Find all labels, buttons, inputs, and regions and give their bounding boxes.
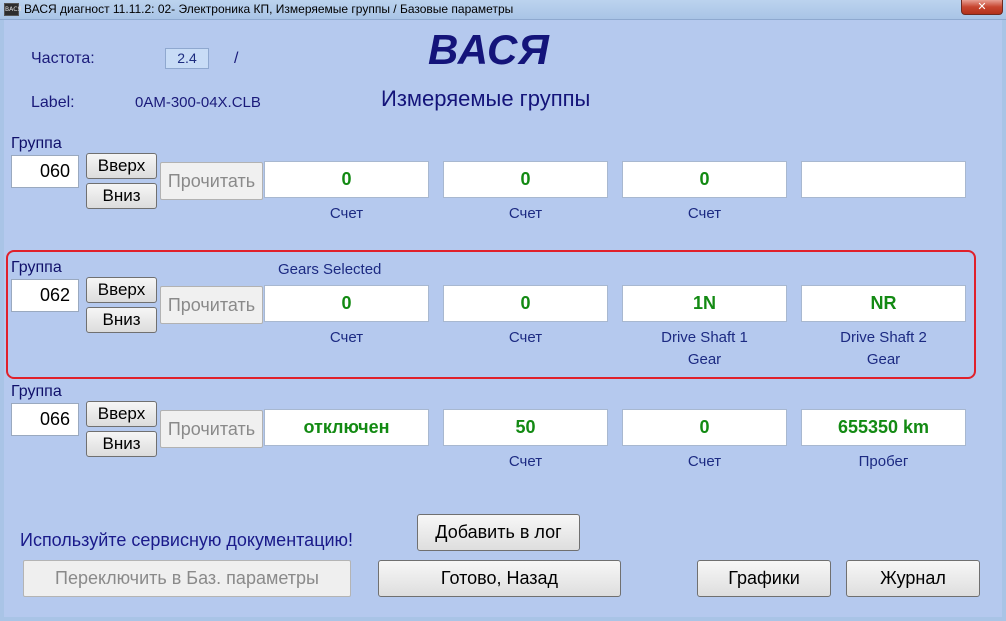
main-panel: Частота: 2.4 / Label: 0AM-300-04X.CLB ВА… (4, 20, 1002, 617)
title-bar: ВАСЯ ВАСЯ диагност 11.11.2: 02- Электрон… (0, 0, 1006, 20)
field-label: Счет (687, 453, 722, 470)
group-value-field: 0 (622, 409, 787, 446)
group-label: Группа (11, 383, 62, 400)
group-value-field: 0 (264, 285, 429, 322)
group-read-button[interactable]: Прочитать (160, 286, 263, 324)
group-value-field: 50 (443, 409, 608, 446)
switch-basic-params-button[interactable]: Переключить в Баз. параметры (23, 560, 351, 597)
group-value-field: NR (801, 285, 966, 322)
group-up-button[interactable]: Вверх (86, 401, 157, 427)
field-label: Счет (508, 329, 543, 346)
field-label: Счет (508, 205, 543, 222)
group-number-input[interactable]: 066 (11, 403, 79, 436)
group-up-button[interactable]: Вверх (86, 277, 157, 303)
group-value-field: 1N (622, 285, 787, 322)
group-value-field: 655350 km (801, 409, 966, 446)
label-caption: Label: (31, 94, 75, 111)
page-subtitle: Измеряемые группы (381, 86, 591, 111)
group-down-button[interactable]: Вниз (86, 431, 157, 457)
field-label-line2: Gear (866, 351, 901, 368)
label-file: 0AM-300-04X.CLB (135, 94, 261, 111)
frequency-separator: / (234, 50, 239, 67)
field-label: Drive Shaft 1 (661, 329, 748, 346)
field-label: Счет (329, 205, 364, 222)
window-title: ВАСЯ диагност 11.11.2: 02- Электроника К… (24, 2, 514, 16)
app-icon: ВАСЯ (4, 3, 22, 16)
group-down-button[interactable]: Вниз (86, 183, 157, 209)
field-label: Пробег (858, 453, 909, 470)
add-to-log-button[interactable]: Добавить в лог (417, 514, 580, 551)
group-read-button[interactable]: Прочитать (160, 162, 263, 200)
group-value-field (801, 161, 966, 198)
field-label-line2: Gear (687, 351, 722, 368)
field-label: Счет (687, 205, 722, 222)
field-label: Счет (508, 453, 543, 470)
frequency-label: Частота: (31, 50, 95, 67)
field-label: Drive Shaft 2 (840, 329, 927, 346)
brand-logo: ВАСЯ (428, 26, 550, 73)
service-doc-hint: Используйте сервисную документацию! (20, 530, 354, 550)
frequency-value: 2.4 (165, 48, 209, 69)
group-value-field: 0 (443, 285, 608, 322)
group-down-button[interactable]: Вниз (86, 307, 157, 333)
group-label: Группа (11, 135, 62, 152)
close-button[interactable]: ✕ (961, 0, 1003, 15)
group-value-field: 0 (264, 161, 429, 198)
group-value-field: 0 (443, 161, 608, 198)
group-number-input[interactable]: 060 (11, 155, 79, 188)
group-caption: Gears Selected (278, 261, 382, 278)
group-label: Группа (11, 259, 62, 276)
graphs-button[interactable]: Графики (697, 560, 831, 597)
group-read-button[interactable]: Прочитать (160, 410, 263, 448)
group-up-button[interactable]: Вверх (86, 153, 157, 179)
journal-button[interactable]: Журнал (846, 560, 980, 597)
group-value-field: 0 (622, 161, 787, 198)
group-value-field: отключен (264, 409, 429, 446)
done-back-button[interactable]: Готово, Назад (378, 560, 621, 597)
group-number-input[interactable]: 062 (11, 279, 79, 312)
field-label: Счет (329, 329, 364, 346)
